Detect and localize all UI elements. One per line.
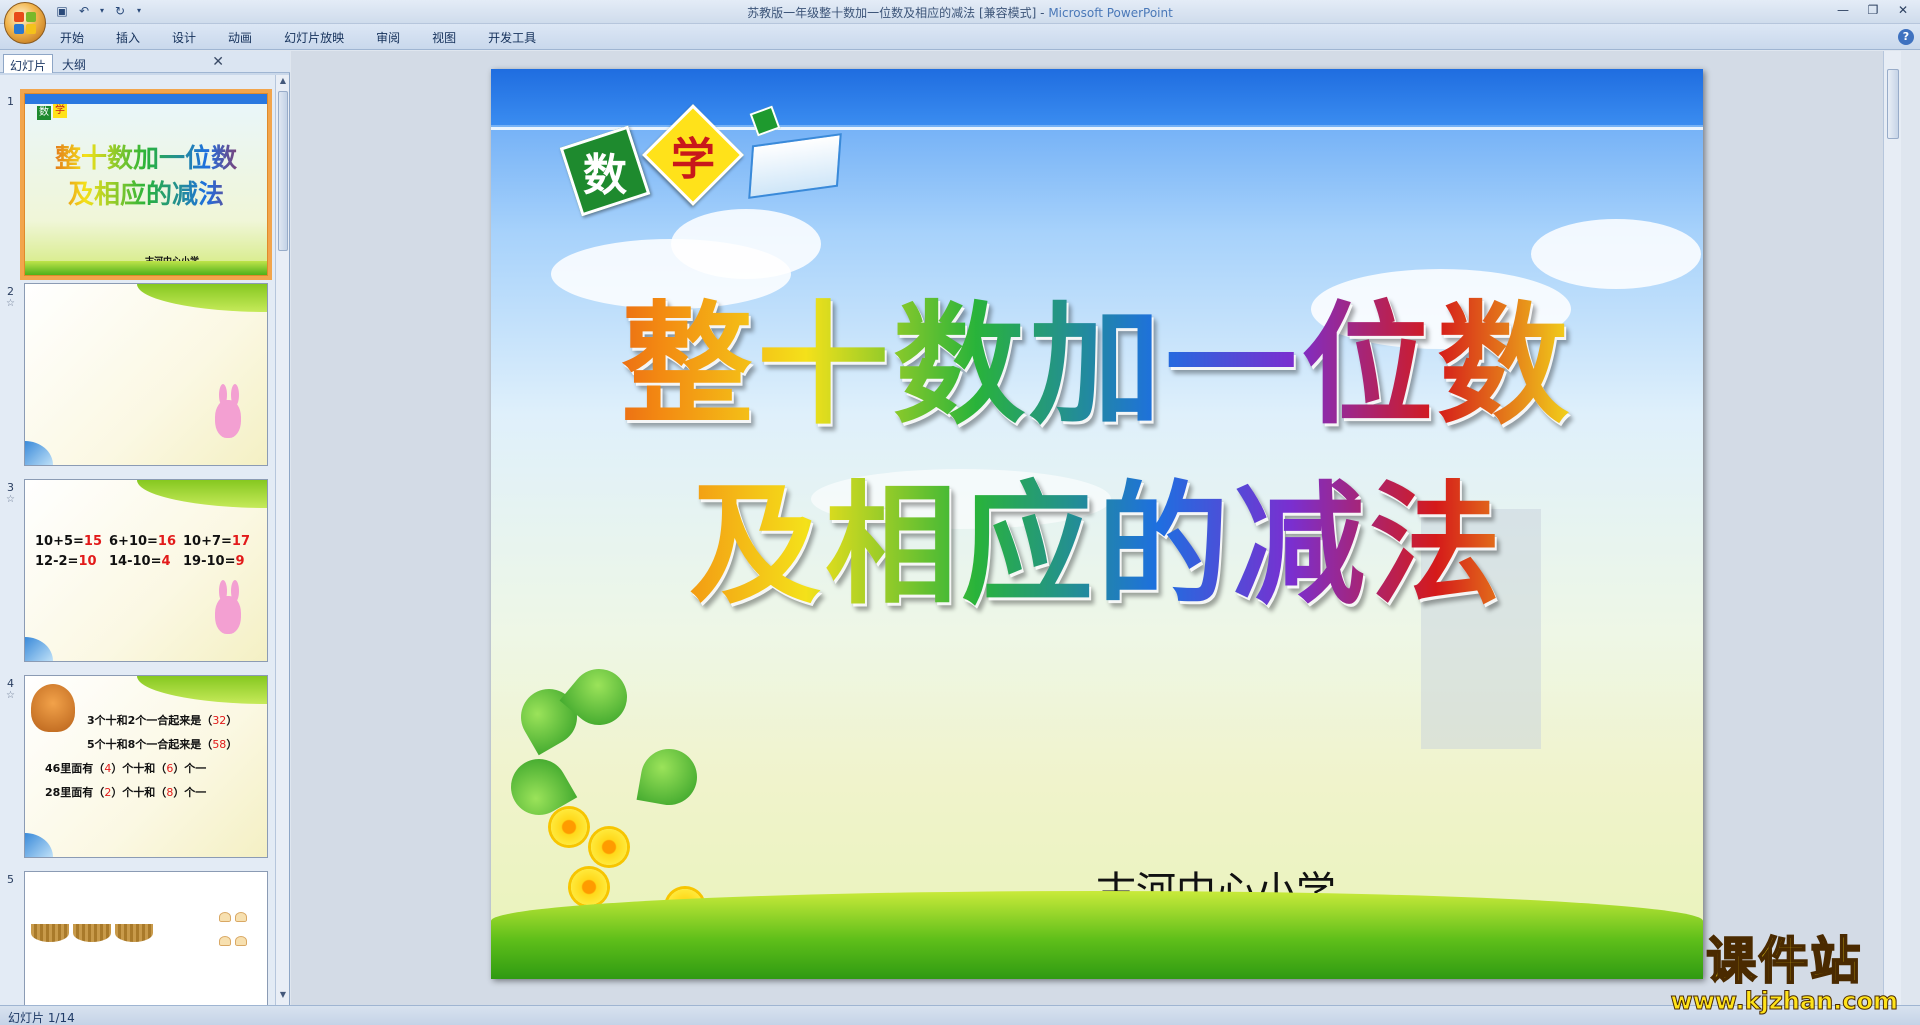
book-icon bbox=[748, 133, 842, 199]
equation-item: 12-2=10 bbox=[35, 554, 97, 569]
thumbnail-badge-study: 学 bbox=[53, 104, 67, 118]
bun-icon bbox=[219, 912, 231, 922]
slide-counter: 幻灯片 1/14 bbox=[8, 1011, 75, 1025]
equation-item: 14-10=4 bbox=[109, 554, 171, 569]
clover-leaf bbox=[636, 744, 702, 810]
equation-item: 10+7=17 bbox=[183, 534, 251, 549]
ribbon-tab[interactable]: 插入 bbox=[116, 29, 140, 46]
panel-tabs: 幻灯片 大纲 ✕ bbox=[0, 51, 290, 73]
ribbon-tabs: 开始 插入 设计 动画 幻灯片放映 审阅 视图 开发工具 bbox=[60, 29, 568, 46]
rabbit-icon bbox=[211, 384, 245, 440]
bun-icon bbox=[219, 936, 231, 946]
ribbon-tab[interactable]: 审阅 bbox=[376, 29, 400, 46]
slide-editor-area: 数 学 整十数加一位数 及相应的减法 古河中心小学 bbox=[291, 51, 1901, 1005]
thumbnails-scrollbar[interactable]: ▲ ▼ bbox=[275, 75, 289, 1005]
close-icon[interactable]: ✕ bbox=[1892, 2, 1914, 18]
thumbnail-title-line2: 及相应的减法 bbox=[25, 174, 267, 211]
scrollbar-thumb[interactable] bbox=[1887, 69, 1899, 139]
office-logo-icon bbox=[14, 12, 36, 34]
window-controls: — ❐ ✕ bbox=[1832, 2, 1914, 18]
slide-thumbnail-5[interactable] bbox=[24, 871, 268, 1005]
scroll-down-icon[interactable]: ▼ bbox=[276, 990, 290, 1004]
slide-number: 2 bbox=[7, 285, 14, 298]
animation-star-icon: ☆ bbox=[6, 494, 15, 505]
slide-grass bbox=[491, 891, 1703, 979]
bun-icon bbox=[235, 936, 247, 946]
app-name: Microsoft PowerPoint bbox=[1048, 6, 1173, 20]
ribbon-tab[interactable]: 动画 bbox=[228, 29, 252, 46]
flower-icon bbox=[591, 829, 627, 865]
flower-icon bbox=[571, 869, 607, 905]
slide-thumbnails: 1 数 学 整十数加一位数 及相应的减法 古河中心小学 2 ☆ 3 ☆ bbox=[0, 75, 276, 1005]
office-button[interactable] bbox=[4, 2, 46, 44]
slide-thumbnail-2[interactable] bbox=[24, 283, 268, 466]
tab-outline[interactable]: 大纲 bbox=[56, 54, 92, 73]
ribbon-tab[interactable]: 开始 bbox=[60, 29, 84, 46]
window-title: 苏教版一年级整十数加一位数及相应的减法 [兼容模式] - Microsoft P… bbox=[0, 4, 1920, 21]
slide-thumbnail-1[interactable]: 数 学 整十数加一位数 及相应的减法 古河中心小学 bbox=[20, 89, 272, 280]
flower-icon bbox=[551, 809, 587, 845]
question-line: 3个十和2个一合起来是（32） bbox=[87, 714, 238, 727]
question-line: 5个十和8个一合起来是（58） bbox=[87, 738, 238, 751]
watermark-url: www.kjzhan.com bbox=[1670, 987, 1898, 1016]
status-bar: 幻灯片 1/14 bbox=[0, 1005, 1920, 1025]
slide-number: 3 bbox=[7, 481, 14, 494]
thumbnail-grass bbox=[25, 261, 267, 275]
current-slide[interactable]: 数 学 整十数加一位数 及相应的减法 古河中心小学 bbox=[491, 69, 1703, 979]
squirrel-icon bbox=[31, 684, 75, 732]
slide-thumbnail-4[interactable]: 3个十和2个一合起来是（32） 5个十和8个一合起来是（58） 46里面有（4）… bbox=[24, 675, 268, 858]
thumbnail-badge-math: 数 bbox=[37, 106, 51, 120]
help-icon[interactable]: ? bbox=[1898, 29, 1914, 45]
bun-icon bbox=[235, 912, 247, 922]
watermark: 课件站 www.kjzhan.com bbox=[1670, 932, 1898, 1016]
ribbon: 开始 插入 设计 动画 幻灯片放映 审阅 视图 开发工具 ? bbox=[0, 24, 1920, 50]
slide-number: 4 bbox=[7, 677, 14, 690]
slide-scrollbar[interactable] bbox=[1883, 51, 1901, 1005]
equation-item: 19-10=9 bbox=[183, 554, 245, 569]
title-bar: ▣ ↶ ▾ ↻ ▾ 苏教版一年级整十数加一位数及相应的减法 [兼容模式] - M… bbox=[0, 0, 1920, 44]
thumbnail-title-line1: 整十数加一位数 bbox=[25, 138, 267, 175]
slide-number: 5 bbox=[7, 873, 14, 886]
question-line: 28里面有（2）个十和（8）个一 bbox=[45, 786, 207, 799]
math-badge-green: 数 bbox=[559, 125, 651, 217]
ribbon-tab[interactable]: 幻灯片放映 bbox=[284, 29, 344, 46]
tab-slides[interactable]: 幻灯片 bbox=[3, 54, 54, 73]
slides-panel: 幻灯片 大纲 ✕ 1 数 学 整十数加一位数 及相应的减法 古河中心小学 2 ☆ bbox=[0, 51, 290, 1005]
watermark-logo-text: 课件站 bbox=[1705, 932, 1863, 990]
basket-icon bbox=[115, 924, 153, 942]
slide-title-line1: 整十数加一位数 bbox=[491, 259, 1703, 450]
animation-star-icon: ☆ bbox=[6, 690, 15, 701]
slide-number: 1 bbox=[7, 95, 14, 108]
close-panel-icon[interactable]: ✕ bbox=[212, 54, 224, 70]
minimize-icon[interactable]: — bbox=[1832, 2, 1854, 18]
slide-title-line2: 及相应的减法 bbox=[491, 439, 1703, 630]
question-line: 46里面有（4）个十和（6）个一 bbox=[45, 762, 207, 775]
thumbnail-top-bar bbox=[25, 94, 267, 104]
scrollbar-thumb[interactable] bbox=[278, 91, 288, 251]
basket-icon bbox=[31, 924, 69, 942]
basket-icon bbox=[73, 924, 111, 942]
slide-top-banner bbox=[491, 69, 1703, 125]
rabbit-icon bbox=[211, 580, 245, 636]
ribbon-tab[interactable]: 开发工具 bbox=[488, 29, 536, 46]
restore-icon[interactable]: ❐ bbox=[1862, 2, 1884, 18]
slide-thumbnail-3[interactable]: 10+5=15 6+10=16 10+7=17 12-2=10 14-10=4 … bbox=[24, 479, 268, 662]
equation-item: 10+5=15 bbox=[35, 534, 103, 549]
animation-star-icon: ☆ bbox=[6, 298, 15, 309]
equation-item: 6+10=16 bbox=[109, 534, 177, 549]
scroll-up-icon[interactable]: ▲ bbox=[276, 76, 290, 90]
ribbon-tab[interactable]: 设计 bbox=[172, 29, 196, 46]
document-title: 苏教版一年级整十数加一位数及相应的减法 [兼容模式] - bbox=[747, 6, 1049, 20]
ribbon-tab[interactable]: 视图 bbox=[432, 29, 456, 46]
